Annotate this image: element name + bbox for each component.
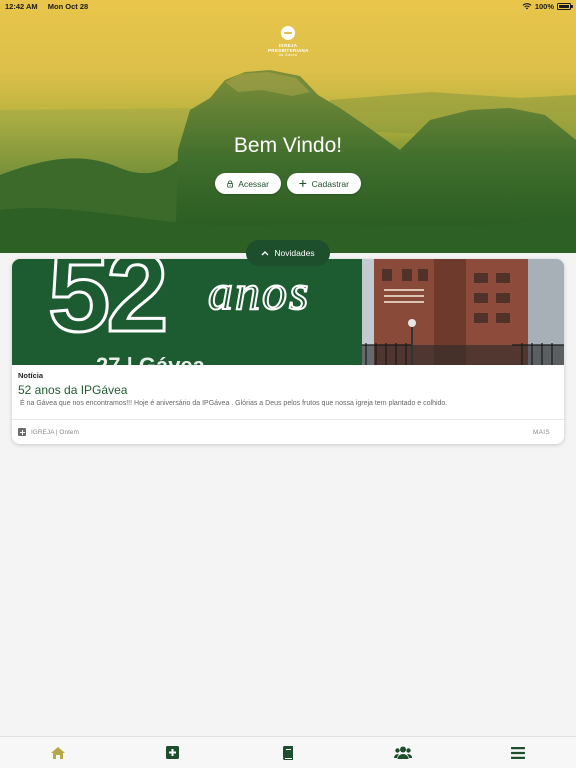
news-tab-label: Novidades — [274, 248, 315, 258]
book-icon — [283, 745, 293, 760]
chevron-up-icon — [261, 251, 269, 256]
signup-label: Cadastrar — [311, 178, 349, 189]
banner-script: anos — [207, 264, 311, 320]
church-building-photo — [362, 259, 564, 365]
banner-bottom-text: 27 | Gávea — [96, 353, 205, 365]
plus-square-icon — [166, 746, 180, 759]
tab-menu[interactable] — [461, 737, 576, 768]
wifi-icon — [522, 3, 532, 10]
more-button[interactable]: MAIS — [533, 429, 550, 436]
signup-button[interactable]: Cadastrar — [287, 173, 361, 194]
tab-home[interactable] — [0, 737, 115, 768]
users-icon — [394, 746, 413, 759]
banner-number: 52 — [47, 259, 171, 355]
battery-icon — [557, 2, 573, 10]
church-category-icon — [18, 428, 26, 436]
news-meta-text: IGREJA | Ontem — [31, 428, 79, 436]
news-description: É na Gávea que nos encontramos!!! Hoje é… — [20, 400, 448, 407]
logo-line-3: da Gávea — [278, 53, 298, 57]
tab-groups[interactable] — [346, 737, 461, 768]
news-meta: IGREJA | Ontem — [18, 428, 79, 436]
bottom-tab-bar — [0, 736, 576, 768]
news-card-body: Notícia 52 anos da IPGávea É na Gávea qu… — [12, 365, 564, 419]
login-button[interactable]: Acessar — [215, 173, 281, 194]
tab-bible[interactable] — [230, 737, 345, 768]
menu-icon — [511, 746, 526, 759]
church-logo: Igreja Presbiteriana da Gávea — [268, 26, 308, 57]
status-right: 100% — [522, 1, 573, 11]
battery-percent: 100% — [534, 1, 554, 11]
welcome-title: Bem Vindo! — [233, 134, 343, 157]
logo-mark-icon — [281, 26, 295, 40]
news-card-image: 52 anos 27 | Gávea — [12, 259, 564, 365]
login-label: Acessar — [238, 178, 269, 189]
hero-banner: Igreja Presbiteriana da Gávea Bem Vindo!… — [0, 0, 576, 253]
tab-add[interactable] — [115, 737, 230, 768]
news-card[interactable]: 52 anos 27 | Gávea — [12, 259, 564, 444]
lock-icon — [227, 180, 233, 188]
status-date: Mon Oct 28 — [47, 1, 89, 11]
news-card-footer: IGREJA | Ontem MAIS — [12, 419, 564, 444]
news-toggle-tab[interactable]: Novidades — [246, 240, 330, 266]
hero-actions: Acessar Cadastrar — [0, 173, 576, 194]
home-icon — [50, 746, 65, 759]
status-left: 12:42 AM Mon Oct 28 — [5, 2, 96, 11]
building-illustration — [362, 259, 564, 365]
plus-icon — [299, 180, 307, 187]
status-time: 12:42 AM — [5, 1, 38, 11]
news-title[interactable]: 52 anos da IPGávea — [18, 383, 558, 397]
status-bar: 12:42 AM Mon Oct 28 100% — [0, 0, 576, 12]
news-category: Notícia — [18, 371, 44, 380]
